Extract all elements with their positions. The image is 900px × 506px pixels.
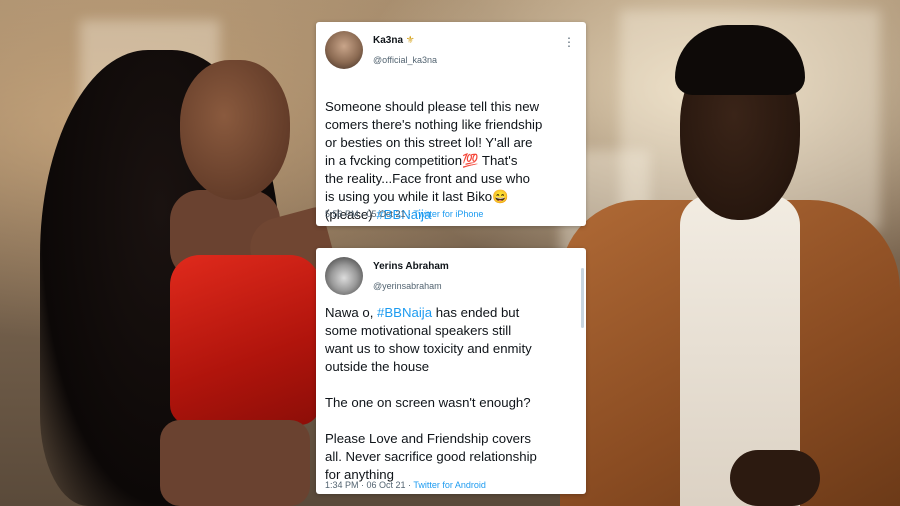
fleur-de-lis-icon: ⚜ xyxy=(405,35,415,46)
tweet-line: is using you while it last Biko😄 xyxy=(325,189,509,204)
tweet-line: all. Never sacrifice good relationship xyxy=(325,449,537,464)
tweet-author-handle[interactable]: @official_ka3na xyxy=(373,55,437,65)
avatar[interactable] xyxy=(325,257,363,295)
tweet-line: want us to show toxicity and enmity xyxy=(325,341,532,356)
tweet-meta: 1:34 PM · 06 Oct 21 · Twitter for Androi… xyxy=(325,480,486,490)
tweet-line: outside the house xyxy=(325,359,430,374)
tweet-timestamp[interactable]: 5:56 PM · 05 Oct 21 · xyxy=(325,209,413,219)
tweet-line: some motivational speakers still xyxy=(325,323,512,338)
avatar[interactable] xyxy=(325,31,363,69)
tweet-line: Someone should please tell this new xyxy=(325,99,540,114)
hashtag-link[interactable]: #BBNaija xyxy=(377,305,432,320)
tweet-text: Nawa o, #BBNaija has ended but some moti… xyxy=(325,304,578,484)
tweet-card[interactable]: Ka3na ⚜ @official_ka3na ⋮ Someone should… xyxy=(316,22,586,226)
tweet-source-link[interactable]: Twitter for iPhone xyxy=(413,209,483,219)
tweet-line: the reality...Face front and use who xyxy=(325,171,531,186)
more-options-icon[interactable]: ⋮ xyxy=(563,36,575,48)
tweet-meta: 5:56 PM · 05 Oct 21 · Twitter for iPhone xyxy=(325,209,483,219)
tweet-author-name[interactable]: Ka3na ⚜ xyxy=(373,35,415,46)
tweet-line: Nawa o, xyxy=(325,305,378,320)
tweet-text: Someone should please tell this new come… xyxy=(325,80,578,224)
tweet-source-link[interactable]: Twitter for Android xyxy=(413,480,486,490)
tweet-line: The one on screen wasn't enough? xyxy=(325,395,531,410)
tweet-line: Please Love and Friendship covers xyxy=(325,431,531,446)
tweet-line: or besties on this street lol! Y'all are xyxy=(325,135,533,150)
tweet-line: comers there's nothing like friendship xyxy=(325,117,543,132)
tweet-author-handle[interactable]: @yerinsabraham xyxy=(373,281,442,291)
tweet-line: in a fvcking competition💯 That's xyxy=(325,153,518,168)
tweet-author-name[interactable]: Yerins Abraham xyxy=(373,261,449,272)
tweet-card[interactable]: Yerins Abraham @yerinsabraham Nawa o, #B… xyxy=(316,248,586,494)
tweet-line: has ended but xyxy=(432,305,520,320)
tweet-timestamp[interactable]: 1:34 PM · 06 Oct 21 · xyxy=(325,480,413,490)
author-name-text: Ka3na xyxy=(373,35,404,46)
scrollbar[interactable] xyxy=(581,268,584,328)
